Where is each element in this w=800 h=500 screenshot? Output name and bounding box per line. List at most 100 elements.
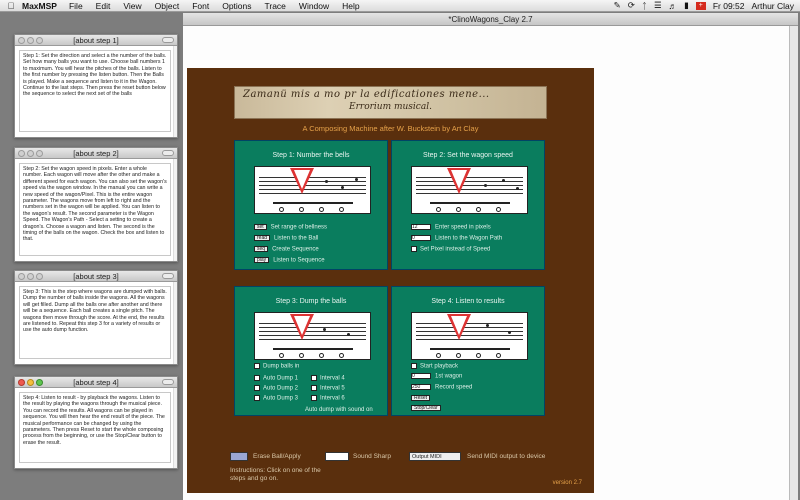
step-2-panel: Step 2: Set the wagon speed 12 Enter spee… (391, 140, 545, 270)
step-1-panel: Step 1: Number the bells set Set range of… (234, 140, 388, 270)
start-playback-checkbox[interactable]: Start playback (411, 363, 458, 370)
about-step-4-titlebar[interactable]: [about step 4] (15, 377, 177, 388)
window-controls[interactable] (18, 37, 43, 44)
manuscript-line-2: Errorium musical. (349, 102, 432, 112)
menu-edit[interactable]: Edit (96, 1, 111, 11)
bluetooth-icon[interactable]: ᛏ (642, 1, 647, 11)
auto-dump-1[interactable]: Auto Dump 1 (254, 375, 298, 382)
step-2-title: Step 2: Set the wagon speed (423, 152, 513, 159)
menubar:  MaxMSP File Edit View Object Font Opti… (0, 0, 800, 12)
step-3-score-image (254, 312, 371, 360)
machine-subtitle: A Composing Machine after W. Buckstein b… (302, 124, 479, 133)
volume-icon[interactable]: ♬ (669, 1, 678, 11)
step-4-panel: Step 4: Listen to results Start playback… (391, 286, 545, 416)
menu-options[interactable]: Options (222, 1, 251, 11)
about-step-1-text: Step 1: Set the direction and select a t… (19, 50, 171, 132)
about-step-1-title: [about step 1] (73, 36, 119, 45)
menu-file[interactable]: File (69, 1, 83, 11)
step-4-score-image (411, 312, 528, 360)
main-panel: Zamanü mis a mo pr la edificationes mene… (187, 68, 594, 493)
window-controls[interactable] (18, 150, 43, 157)
step-1-control-2[interactable]: read Listen to the Ball (254, 235, 318, 242)
minimize-icon[interactable] (27, 379, 34, 386)
about-step-3-scrollbar[interactable] (173, 282, 177, 364)
step-4-title: Step 4: Listen to results (431, 298, 505, 305)
patcher-titlebar[interactable]: *ClinoWagons_Clay 2.7 (183, 13, 798, 26)
manuscript-banner: Zamanü mis a mo pr la edificationes mene… (234, 86, 547, 119)
apple-menu-icon[interactable]:  (0, 1, 22, 11)
about-step-3-window: [about step 3] Step 3: This is the step … (14, 270, 178, 365)
output-label: Send MIDI output to device (467, 453, 546, 460)
bpm-button[interactable] (230, 452, 248, 461)
sound-number[interactable] (325, 452, 349, 461)
toolbar-toggle[interactable] (162, 273, 174, 279)
about-step-3-text: Step 3: This is the step where wagons ar… (19, 286, 171, 359)
patcher-scrollbar[interactable] (789, 26, 798, 500)
about-step-4-text: Step 4: Listen to result - by playback t… (19, 392, 171, 463)
instructions-text: Instructions: Click on one of the steps … (230, 467, 321, 482)
dump-balls-checkbox[interactable]: Dump balls in (254, 363, 299, 370)
pixel-speed-checkbox[interactable]: Set Pixel instead of Speed (411, 246, 490, 253)
output-menu[interactable]: Output MIDI (409, 452, 461, 461)
version-label: version 2.7 (552, 480, 582, 486)
about-step-3-titlebar[interactable]: [about step 3] (15, 271, 177, 282)
about-step-1-scrollbar[interactable] (173, 46, 177, 137)
wagon-path-number[interactable]: 0 Listen to the Wagon Path (411, 235, 502, 242)
interval-6[interactable]: Interval 6 (311, 395, 345, 402)
about-step-1-titlebar[interactable]: [about step 1] (15, 35, 177, 46)
first-wagon-number[interactable]: 0 1st wagon (411, 373, 462, 380)
menu-help[interactable]: Help (342, 1, 359, 11)
window-controls[interactable] (18, 273, 43, 280)
about-step-1-window: [about step 1] Step 1: Set the direction… (14, 34, 178, 138)
wifi-icon[interactable]: ☰ (654, 0, 662, 11)
step-1-control-3[interactable]: seq Create Sequence (254, 246, 319, 253)
about-step-2-title: [about step 2] (73, 149, 119, 158)
step-1-control-1[interactable]: set Set range of bellness (254, 224, 327, 231)
menu-app-name[interactable]: MaxMSP (22, 1, 57, 11)
about-step-2-scrollbar[interactable] (173, 159, 177, 261)
step-1-control-4[interactable]: play Listen to Sequence (254, 257, 325, 264)
menu-trace[interactable]: Trace (265, 1, 286, 11)
wagon-speed-number[interactable]: 12 Enter speed in pixels (411, 224, 491, 231)
step-1-score-image (254, 166, 371, 214)
menu-window[interactable]: Window (299, 1, 329, 11)
step-3-title: Step 3: Dump the balls (275, 298, 347, 305)
step-1-title: Step 1: Number the bells (272, 152, 350, 159)
about-step-2-window: [about step 2] Step 2: Set the wagon spe… (14, 147, 178, 262)
sound-sharp-label: Sound Sharp (353, 453, 391, 460)
about-step-4-title: [about step 4] (73, 378, 119, 387)
clock-text[interactable]: Fr 09:52 (713, 1, 745, 11)
record-speed-number[interactable]: 250 Record speed (411, 384, 472, 391)
auto-dump-3[interactable]: Auto Dump 3 (254, 395, 298, 402)
stop-clear-button[interactable]: Stop/Clear (411, 405, 445, 412)
auto-dump-2[interactable]: Auto Dump 2 (254, 385, 298, 392)
about-step-2-text: Step 2: Set the wagon speed in pixels. E… (19, 163, 171, 256)
about-step-2-titlebar[interactable]: [about step 2] (15, 148, 177, 159)
interval-5[interactable]: Interval 5 (311, 385, 345, 392)
interval-4[interactable]: Interval 4 (311, 375, 345, 382)
step-3-footer: Auto dump with sound on (305, 407, 373, 413)
menu-view[interactable]: View (123, 1, 141, 11)
toolbar-toggle[interactable] (162, 37, 174, 43)
sync-icon[interactable]: ⟳ (628, 0, 635, 11)
battery-icon[interactable]: ▮ (684, 0, 689, 11)
script-icon[interactable]: ✎ (614, 0, 621, 11)
about-step-3-title: [about step 3] (73, 272, 119, 281)
window-controls[interactable] (18, 379, 43, 386)
manuscript-line-1: Zamanü mis a mo pr la edificationes mene… (243, 89, 490, 100)
close-icon[interactable] (18, 379, 25, 386)
user-name[interactable]: Arthur Clay (751, 1, 794, 11)
toolbar-toggle[interactable] (162, 150, 174, 156)
menu-object[interactable]: Object (155, 1, 180, 11)
menu-font[interactable]: Font (192, 1, 209, 11)
step-3-panel: Step 3: Dump the balls Dump balls in Aut… (234, 286, 388, 416)
step-2-score-image (411, 166, 528, 214)
zoom-icon[interactable] (36, 379, 43, 386)
toolbar-toggle[interactable] (162, 379, 174, 385)
erase-apply-label: Erase Ball/Apply (253, 453, 301, 460)
about-step-4-scrollbar[interactable] (173, 388, 177, 468)
input-flag-icon[interactable]: + (695, 1, 706, 10)
about-step-4-window: [about step 4] Step 4: Listen to result … (14, 376, 178, 469)
reset-button[interactable]: Reset (411, 395, 434, 402)
patcher-window: *ClinoWagons_Clay 2.7 Zamanü mis a mo pr… (183, 13, 798, 500)
